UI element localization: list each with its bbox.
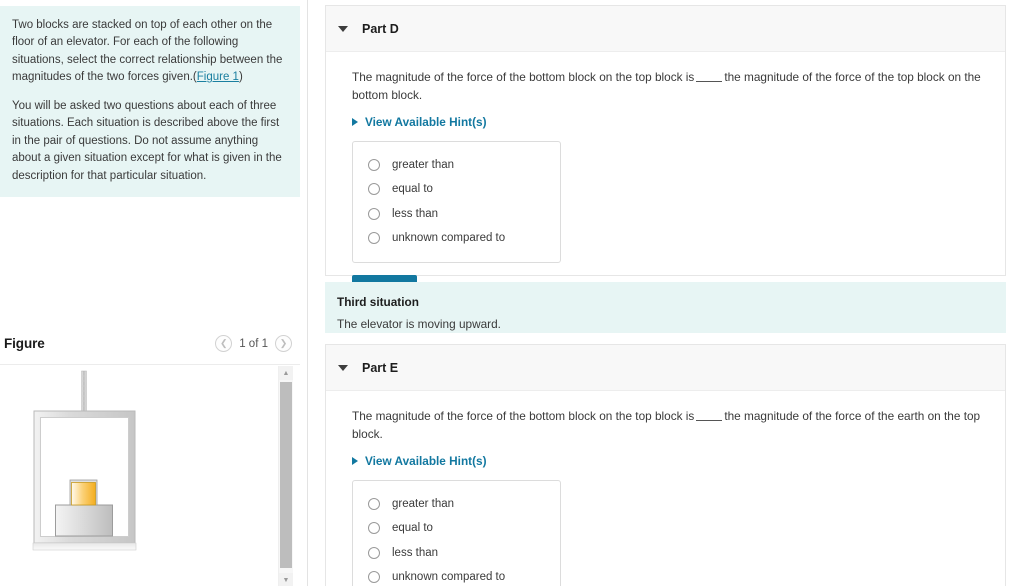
radio-icon[interactable]: [368, 497, 380, 510]
radio-icon[interactable]: [368, 571, 380, 584]
part-e-question-pre: The magnitude of the force of the bottom…: [352, 409, 695, 423]
option-label: equal to: [392, 183, 433, 196]
part-d-option-less-than[interactable]: less than: [353, 202, 560, 227]
figure-page-indicator: 1 of 1: [239, 337, 268, 350]
part-d-card: Part D The magnitude of the force of the…: [325, 5, 1006, 302]
option-label: unknown compared to: [392, 571, 506, 584]
radio-icon[interactable]: [368, 207, 380, 220]
part-d-header[interactable]: Part D: [326, 6, 1005, 52]
intro-text-1-tail: ): [238, 71, 243, 84]
situation-title: Third situation: [337, 295, 419, 309]
option-label: less than: [392, 546, 439, 559]
radio-icon[interactable]: [368, 522, 380, 535]
part-d-question-pre: The magnitude of the force of the bottom…: [352, 70, 695, 84]
part-d-option-unknown-compared-to[interactable]: unknown compared to: [353, 226, 560, 251]
part-e-option-equal-to[interactable]: equal to: [353, 516, 560, 541]
option-label: greater than: [392, 158, 455, 171]
part-e-option-greater-than[interactable]: greater than: [353, 492, 560, 517]
triangle-up-icon[interactable]: ▲: [279, 366, 293, 380]
scrollbar-thumb[interactable]: [280, 382, 292, 568]
third-situation-banner: Third situation The elevator is moving u…: [325, 282, 1006, 333]
part-d-question: The magnitude of the force of the bottom…: [352, 68, 985, 105]
situation-text: The elevator is moving upward.: [337, 317, 501, 331]
part-e-card: Part E The magnitude of the force of the…: [325, 344, 1006, 586]
part-d-hint-toggle[interactable]: View Available Hint(s): [352, 115, 985, 129]
part-e-options: greater than equal to less than unknown …: [352, 479, 561, 586]
figure-scrollbar[interactable]: ▲ ▼: [278, 366, 293, 586]
option-label: less than: [392, 207, 439, 220]
part-d-option-greater-than[interactable]: greater than: [353, 153, 560, 178]
elevator-diagram: [32, 370, 137, 551]
intro-paragraph-2: You will be asked two questions about ea…: [12, 99, 282, 182]
part-e-header[interactable]: Part E: [326, 345, 1005, 391]
right-pane: Part D The magnitude of the force of the…: [309, 0, 1024, 586]
triangle-right-icon: [352, 456, 358, 465]
figure-viewport[interactable]: ▲ ▼: [0, 364, 300, 586]
option-label: greater than: [392, 497, 455, 510]
part-e-body: The magnitude of the force of the bottom…: [326, 391, 1005, 586]
figure-header: Figure ❮ 1 of 1 ❯: [0, 332, 300, 362]
part-e-hint-label: View Available Hint(s): [365, 453, 487, 468]
part-e-option-less-than[interactable]: less than: [353, 541, 560, 566]
chevron-left-icon[interactable]: ❮: [215, 335, 233, 352]
part-d-hint-label: View Available Hint(s): [365, 114, 487, 129]
radio-icon[interactable]: [368, 546, 380, 559]
part-e-hint-toggle[interactable]: View Available Hint(s): [352, 454, 985, 468]
radio-icon[interactable]: [368, 158, 380, 171]
option-label: equal to: [392, 522, 433, 535]
chevron-down-icon[interactable]: [338, 25, 348, 32]
part-d-label: Part D: [362, 21, 399, 36]
chevron-right-icon[interactable]: ❯: [275, 335, 292, 352]
figure-pager: ❮ 1 of 1 ❯: [215, 335, 292, 352]
triangle-down-icon[interactable]: ▼: [279, 573, 293, 586]
radio-icon[interactable]: [368, 232, 380, 245]
page-root: Two blocks are stacked on top of each ot…: [0, 0, 1024, 586]
answer-blank: [696, 420, 723, 421]
part-e-question: The magnitude of the force of the bottom…: [352, 407, 985, 444]
left-pane: Two blocks are stacked on top of each ot…: [0, 0, 308, 586]
part-e-label: Part E: [362, 360, 399, 375]
triangle-right-icon: [352, 117, 358, 126]
answer-blank: [696, 81, 723, 82]
intro-paragraph-1: Two blocks are stacked on top of each ot…: [12, 17, 286, 87]
figure-panel-title: Figure: [4, 336, 45, 351]
part-d-body: The magnitude of the force of the bottom…: [326, 52, 1005, 302]
part-d-options: greater than equal to less than unknown …: [352, 140, 561, 263]
option-label: unknown compared to: [392, 232, 506, 245]
radio-icon[interactable]: [368, 183, 380, 196]
chevron-down-icon[interactable]: [338, 364, 348, 371]
part-d-option-equal-to[interactable]: equal to: [353, 177, 560, 202]
part-e-option-unknown-compared-to[interactable]: unknown compared to: [353, 565, 560, 586]
figure-1-link[interactable]: Figure 1: [197, 71, 239, 83]
problem-intro: Two blocks are stacked on top of each ot…: [0, 6, 300, 198]
